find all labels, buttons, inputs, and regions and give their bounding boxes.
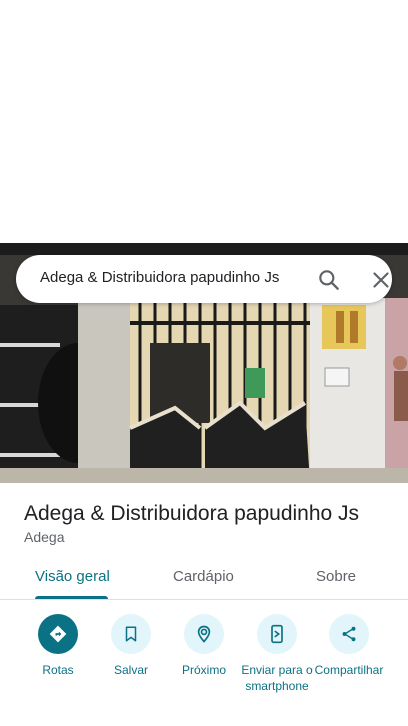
directions-label: Rotas [42, 663, 74, 677]
save-icon-circle [111, 614, 151, 654]
nearby-label: Próximo [181, 663, 226, 677]
bookmark-icon [125, 626, 137, 642]
share-button[interactable]: Compartilhar [309, 614, 389, 678]
nearby-button[interactable]: Próximo [164, 614, 244, 678]
send-to-phone-label: Enviar para o smartphone [241, 663, 313, 693]
share-icon [342, 626, 356, 642]
directions-icon-circle [38, 614, 78, 654]
search-bar[interactable]: Adega & Distribuidora papudinho Js [16, 255, 392, 303]
tab-menu[interactable]: Cardápio [173, 568, 234, 585]
search-input[interactable]: Adega & Distribuidora papudinho Js [40, 269, 290, 286]
active-tab-indicator [35, 596, 108, 599]
place-category: Adega [24, 529, 65, 545]
save-button[interactable]: Salvar [91, 614, 171, 678]
directions-icon [49, 625, 67, 643]
search-button[interactable] [316, 267, 342, 293]
action-bar: Rotas Salvar Próximo Enviar para o smart… [0, 614, 408, 714]
close-button[interactable] [368, 267, 394, 293]
place-title: Adega & Distribuidora papudinho Js [24, 502, 360, 525]
save-label: Salvar [113, 663, 148, 677]
send-to-phone-icon [271, 624, 283, 644]
close-icon [373, 272, 389, 288]
search-icon [319, 270, 339, 290]
place-tabs: Visão geral Cardápio Sobre [0, 556, 408, 600]
send-to-phone-icon-circle [257, 614, 297, 654]
send-to-phone-button[interactable]: Enviar para o smartphone [237, 614, 317, 694]
share-icon-circle [329, 614, 369, 654]
directions-button[interactable]: Rotas [18, 614, 98, 678]
tab-overview[interactable]: Visão geral [35, 568, 110, 585]
tab-about[interactable]: Sobre [316, 568, 356, 585]
nearby-icon-circle [184, 614, 224, 654]
nearby-icon [197, 625, 211, 643]
map-area[interactable] [0, 0, 408, 243]
share-label: Compartilhar [314, 663, 384, 677]
